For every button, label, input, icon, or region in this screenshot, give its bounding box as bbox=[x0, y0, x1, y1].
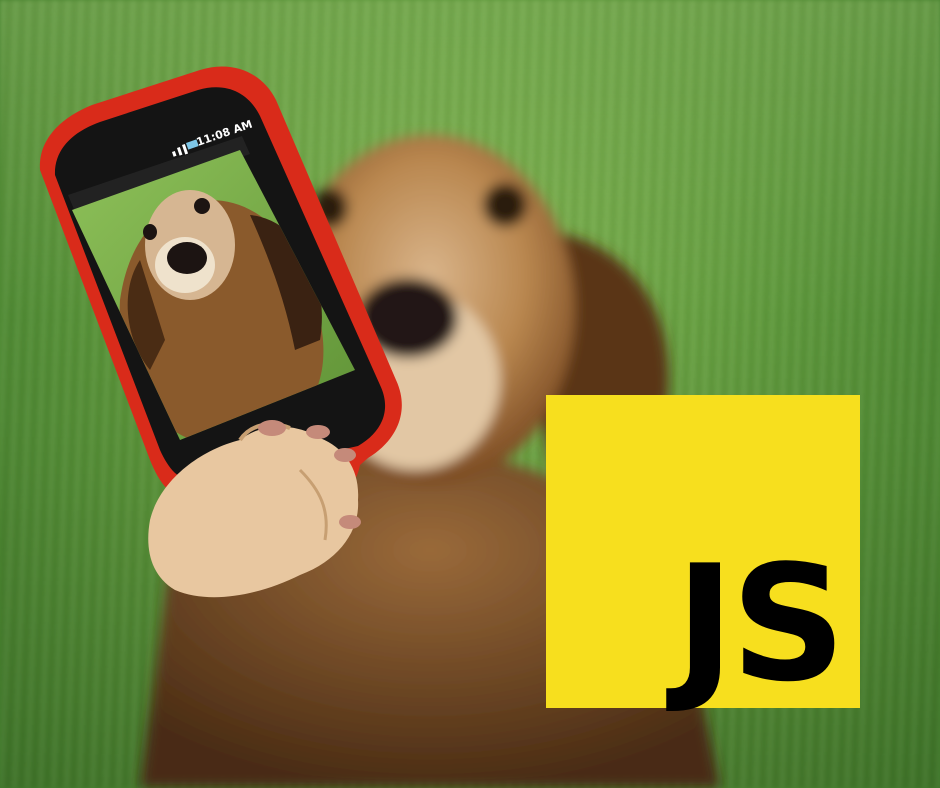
js-logo-text: JS bbox=[675, 530, 846, 717]
photo-scene: 11:08 AM JS bbox=[0, 0, 940, 788]
javascript-logo: JS bbox=[546, 395, 860, 708]
